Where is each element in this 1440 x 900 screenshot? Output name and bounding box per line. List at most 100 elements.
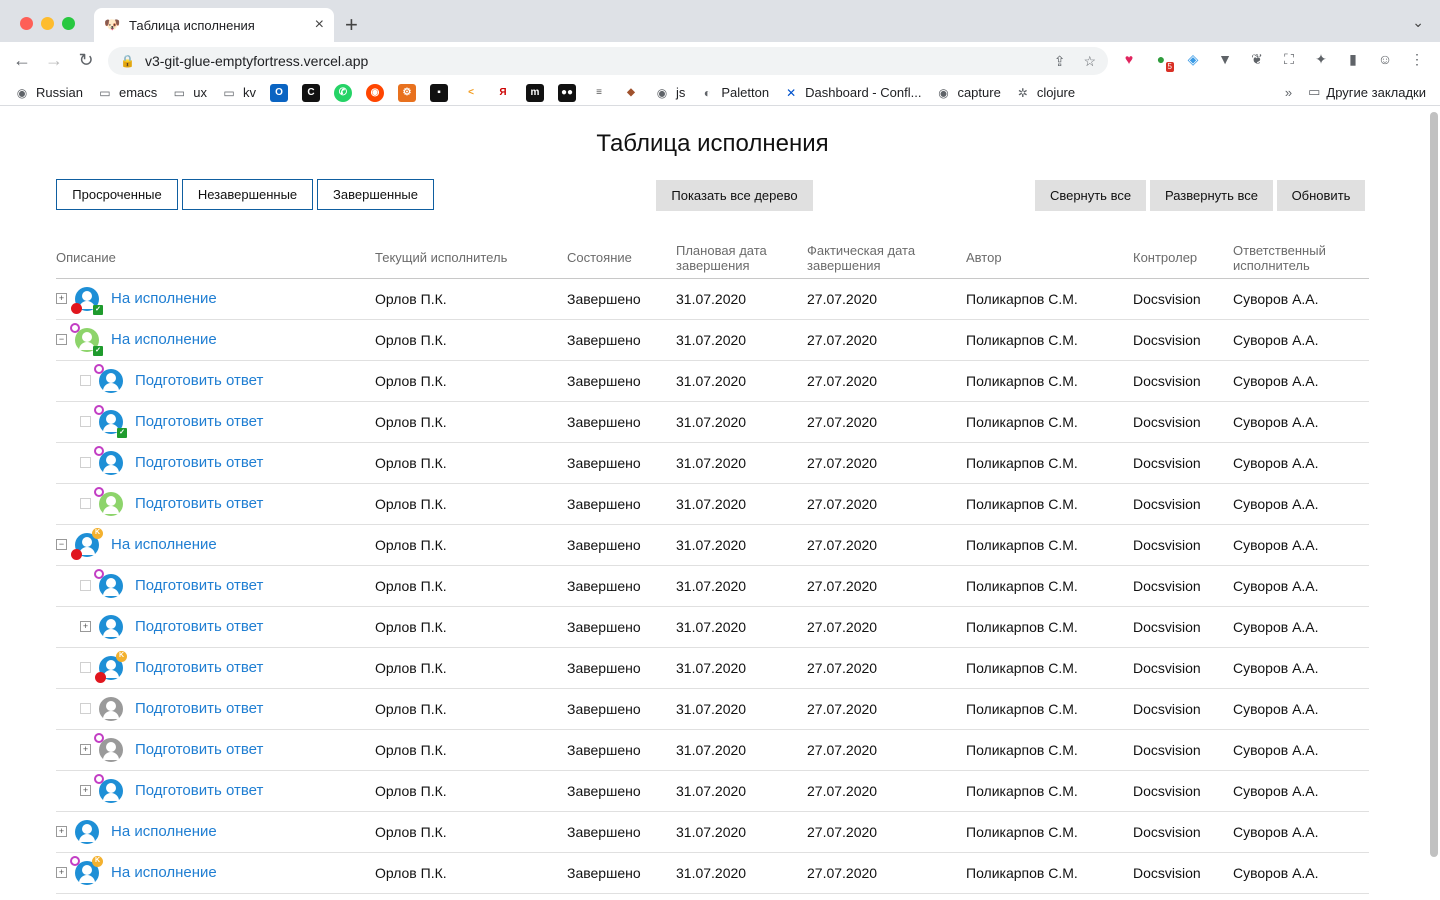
- terminal-icon[interactable]: ▪: [430, 83, 448, 102]
- show-tree-button[interactable]: Показать все дерево: [656, 180, 813, 211]
- task-link[interactable]: Подготовить ответ: [135, 495, 263, 512]
- reddit-icon[interactable]: ◉: [366, 83, 384, 102]
- table-row[interactable]: + Подготовить ответ Орлов П.К. Завершено 31.…: [56, 729, 1369, 771]
- table-row[interactable]: ✓ Подготовить ответ Орлов П.К. Завершено 31.…: [56, 401, 1369, 443]
- overdue-filter-button[interactable]: Просроченные: [56, 179, 178, 210]
- new-tab-icon[interactable]: +: [345, 12, 358, 38]
- extension-green-icon[interactable]: ● 5: [1152, 50, 1174, 72]
- task-link[interactable]: На исполнение: [111, 823, 217, 840]
- back-arrow-icon[interactable]: ←: [6, 50, 38, 71]
- medium-icon[interactable]: ●●: [558, 83, 576, 102]
- task-link[interactable]: Подготовить ответ: [135, 700, 263, 717]
- refresh-button[interactable]: Обновить: [1277, 180, 1365, 211]
- outlook-icon[interactable]: O: [270, 83, 288, 102]
- task-link[interactable]: Подготовить ответ: [135, 659, 263, 676]
- col-header-planned-date[interactable]: Плановая дата завершения: [676, 238, 807, 279]
- share-icon[interactable]: ⇪: [1054, 53, 1066, 70]
- menu-dots-icon[interactable]: ⋮: [1408, 50, 1426, 68]
- expand-all-button[interactable]: Развернуть все: [1150, 180, 1273, 211]
- table-row[interactable]: + На исполнение Орлов П.К. Завершено 31.07.2…: [56, 811, 1369, 853]
- bookmark-clojure[interactable]: ✲ clojure: [1015, 85, 1075, 101]
- zebra-icon[interactable]: ≡: [590, 83, 608, 102]
- col-header-responsible[interactable]: Ответственный исполнитель: [1233, 238, 1369, 279]
- expand-toggle-icon[interactable]: +: [80, 744, 91, 755]
- task-link[interactable]: Подготовить ответ: [135, 372, 263, 389]
- page-scrollbar[interactable]: [1430, 112, 1438, 857]
- task-link[interactable]: На исполнение: [111, 536, 217, 553]
- m-site-icon[interactable]: m: [526, 83, 544, 102]
- puzzle-icon[interactable]: ✦: [1312, 50, 1330, 68]
- table-row[interactable]: Подготовить ответ Орлов П.К. Завершено 31.0…: [56, 483, 1369, 525]
- expand-toggle-icon[interactable]: +: [80, 785, 91, 796]
- expand-toggle-icon[interactable]: +: [56, 293, 67, 304]
- bookmark-star-icon[interactable]: ☆: [1083, 53, 1096, 70]
- unfinished-filter-button[interactable]: Незавершенные: [182, 179, 313, 210]
- browser-tab[interactable]: 🐶 Таблица исполнения ×: [94, 8, 334, 42]
- compass-icon[interactable]: ◈: [1184, 50, 1202, 68]
- bookmark-russian[interactable]: ◉ Russian: [14, 85, 83, 101]
- task-link[interactable]: На исполнение: [111, 331, 217, 348]
- task-link[interactable]: Подготовить ответ: [135, 618, 263, 635]
- task-link[interactable]: Подготовить ответ: [135, 577, 263, 594]
- screenshot-icon[interactable]: ⛶: [1280, 50, 1298, 68]
- task-link[interactable]: Подготовить ответ: [135, 454, 263, 471]
- table-row[interactable]: Подготовить ответ Орлов П.К. Завершено 31.0…: [56, 442, 1369, 484]
- finished-filter-button[interactable]: Завершенные: [317, 179, 434, 210]
- share-nodes-icon[interactable]: <: [462, 83, 480, 102]
- table-row[interactable]: + Подготовить ответ Орлов П.К. Завершено 31.…: [56, 606, 1369, 648]
- bookmark-ux[interactable]: ▭ ux: [171, 85, 207, 101]
- task-link[interactable]: Подготовить ответ: [135, 741, 263, 758]
- bookmark-js[interactable]: ◉ js: [654, 85, 686, 101]
- collapse-all-button[interactable]: Свернуть все: [1035, 180, 1146, 211]
- table-row[interactable]: Подготовить ответ Орлов П.К. Завершено 31.0…: [56, 360, 1369, 402]
- address-bar[interactable]: 🔒 v3-git-glue-emptyfortress.vercel.app ⇪…: [108, 47, 1108, 75]
- table-row[interactable]: + K На исполнение Орлов П.К. Завершено 31.07.…: [56, 852, 1369, 894]
- col-header-current-executor[interactable]: Текущий исполнитель: [375, 238, 567, 279]
- task-link[interactable]: Подготовить ответ: [135, 782, 263, 799]
- collapse-toggle-icon[interactable]: −: [56, 539, 67, 550]
- task-link[interactable]: На исполнение: [111, 290, 217, 307]
- table-row[interactable]: − ✓ На исполнение Орлов П.К. Завершено 31.07.…: [56, 319, 1369, 361]
- tab-search-chevron-icon[interactable]: ⌄: [1412, 14, 1424, 31]
- close-tab-icon[interactable]: ×: [315, 16, 324, 34]
- close-window-button[interactable]: [20, 17, 33, 30]
- col-header-description[interactable]: Описание: [56, 238, 375, 279]
- whatsapp-icon[interactable]: ✆: [334, 83, 352, 102]
- bookmark-dashboard[interactable]: ✕ Dashboard - Confl...: [783, 85, 921, 101]
- dog-icon[interactable]: ◆: [622, 83, 640, 102]
- expand-toggle-icon[interactable]: +: [56, 826, 67, 837]
- table-row[interactable]: + Подготовить ответ Орлов П.К. Завершено 31.…: [56, 770, 1369, 812]
- table-row[interactable]: Подготовить ответ Орлов П.К. Завершено 31.0…: [56, 565, 1369, 607]
- col-header-author[interactable]: Автор: [966, 238, 1133, 279]
- table-row[interactable]: − K На исполнение Орлов П.К. Завершено 31.07.…: [56, 524, 1369, 566]
- collapse-toggle-icon[interactable]: −: [56, 334, 67, 345]
- leaf-icon[interactable]: ❦: [1248, 50, 1266, 68]
- expand-toggle-icon[interactable]: +: [80, 621, 91, 632]
- task-link[interactable]: На исполнение: [111, 864, 217, 881]
- bookmark-paletton[interactable]: ◐ Paletton: [699, 85, 769, 101]
- minimize-window-button[interactable]: [41, 17, 54, 30]
- profile-avatar[interactable]: ☺: [1376, 50, 1394, 68]
- col-header-actual-date[interactable]: Фактическая дата завершения: [807, 238, 966, 279]
- more-bookmarks-icon[interactable]: »: [1285, 85, 1292, 100]
- forward-arrow-icon[interactable]: →: [38, 50, 70, 71]
- reload-icon[interactable]: ↻: [70, 50, 102, 71]
- yandex-icon[interactable]: Я: [494, 83, 512, 102]
- expand-toggle-icon[interactable]: +: [56, 867, 67, 878]
- table-row[interactable]: Подготовить ответ Орлов П.К. Завершено 31.0…: [56, 688, 1369, 730]
- c-app-icon[interactable]: C: [302, 83, 320, 102]
- other-bookmarks[interactable]: » ▭ Другие закладки: [1285, 84, 1426, 100]
- bookmark-emacs[interactable]: ▭ emacs: [97, 85, 157, 101]
- table-row[interactable]: K Подготовить ответ Орлов П.К. Завершено 31.…: [56, 647, 1369, 689]
- col-header-controller[interactable]: Контролер: [1133, 238, 1233, 279]
- bookmark-capture[interactable]: ◉ capture: [935, 85, 1001, 101]
- col-header-state[interactable]: Состояние: [567, 238, 676, 279]
- side-panel-icon[interactable]: ▮: [1344, 50, 1362, 68]
- pocket-icon[interactable]: ♥: [1120, 50, 1138, 68]
- table-row[interactable]: + ✓ На исполнение Орлов П.К. Завершено 31.07.…: [56, 278, 1369, 320]
- bookmark-kv[interactable]: ▭ kv: [221, 85, 256, 101]
- gear-site-icon[interactable]: ⚙: [398, 83, 416, 102]
- task-link[interactable]: Подготовить ответ: [135, 413, 263, 430]
- maximize-window-button[interactable]: [62, 17, 75, 30]
- vue-devtools-icon[interactable]: ▼: [1216, 50, 1234, 68]
